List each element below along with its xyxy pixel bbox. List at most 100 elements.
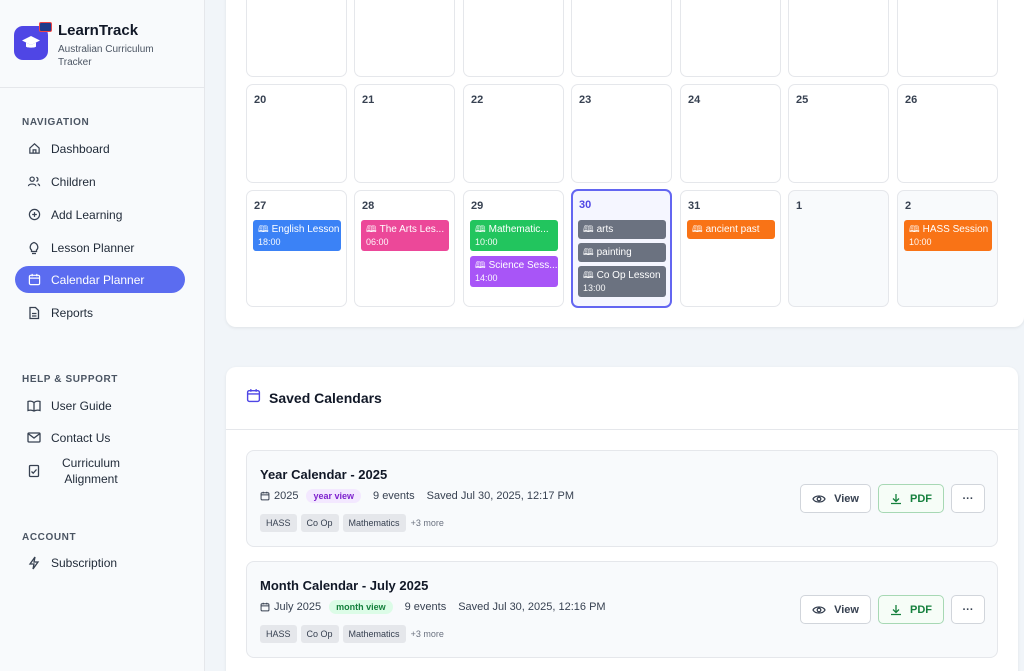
calendar-day-cell[interactable] bbox=[788, 0, 889, 77]
sidebar-item-label: Contact Us bbox=[51, 430, 111, 445]
sidebar-item-add-learning[interactable]: Add Learning bbox=[15, 201, 185, 228]
sidebar-item-reports[interactable]: Reports bbox=[15, 299, 185, 326]
plus-circle-icon bbox=[27, 208, 41, 222]
calendar-event[interactable]: 🕮 arts bbox=[578, 220, 666, 239]
home-icon bbox=[27, 142, 41, 156]
nav-section-label: NAVIGATION bbox=[22, 117, 90, 128]
saved-calendar-period: 2025 bbox=[274, 490, 299, 502]
calendar-event[interactable]: 🕮 The Arts Les... 06:00 bbox=[361, 220, 449, 251]
saved-timestamp: Saved Jul 30, 2025, 12:16 PM bbox=[458, 601, 606, 613]
brand-subtitle: Australian Curriculum Tracker bbox=[58, 44, 154, 68]
sidebar-item-subscription[interactable]: Subscription bbox=[15, 549, 185, 576]
calendar-day-cell[interactable] bbox=[246, 0, 347, 77]
checklist-icon bbox=[27, 464, 41, 478]
graduation-cap-icon bbox=[14, 22, 52, 60]
sidebar-item-contact-us[interactable]: Contact Us bbox=[15, 424, 185, 451]
calendar-day-cell[interactable]: 25 bbox=[788, 84, 889, 183]
calendar-day-cell[interactable] bbox=[354, 0, 455, 77]
more-options-button[interactable]: ··· bbox=[951, 595, 985, 624]
saved-calendar-item: Year Calendar - 2025 2025 year view 9 ev… bbox=[246, 450, 998, 547]
pdf-download-button[interactable]: PDF bbox=[878, 595, 944, 624]
event-title: Mathematic... bbox=[488, 224, 549, 235]
lightbulb-icon bbox=[27, 241, 41, 255]
sidebar-item-dashboard[interactable]: Dashboard bbox=[15, 135, 185, 162]
subject-tag: HASS bbox=[260, 514, 297, 532]
calendar-event[interactable]: 🕮 Science Sess... 14:00 bbox=[470, 256, 558, 287]
file-icon bbox=[27, 306, 41, 320]
subject-tag: Mathematics bbox=[342, 625, 406, 643]
calendar-icon bbox=[260, 491, 270, 501]
book-icon: 🕮 bbox=[583, 270, 594, 280]
sidebar: LearnTrack Australian Curriculum Tracker… bbox=[0, 0, 205, 671]
calendar-day-cell[interactable] bbox=[571, 0, 672, 77]
day-number: 29 bbox=[471, 200, 484, 212]
help-section-label: HELP & SUPPORT bbox=[22, 374, 119, 385]
book-icon: 🕮 bbox=[258, 224, 269, 234]
subject-tag: HASS bbox=[260, 625, 297, 643]
calendar-day-cell[interactable] bbox=[897, 0, 998, 77]
event-title: arts bbox=[596, 224, 614, 235]
calendar-day-cell[interactable]: 2 🕮 HASS Session 10:00 bbox=[897, 190, 998, 307]
day-number: 23 bbox=[579, 94, 592, 106]
book-icon: 🕮 bbox=[583, 247, 594, 257]
calendar-icon bbox=[260, 602, 270, 612]
book-icon: 🕮 bbox=[583, 224, 594, 234]
sidebar-item-calendar-planner[interactable]: Calendar Planner bbox=[15, 266, 185, 293]
calendar-day-cell[interactable]: 27 🕮 English Lesson 18:00 bbox=[246, 190, 347, 307]
calendar-day-cell[interactable]: 20 bbox=[246, 84, 347, 183]
calendar-event[interactable]: 🕮 painting bbox=[578, 243, 666, 262]
calendar-day-cell[interactable]: 29 🕮 Mathematic... 10:00 🕮 Science Sess...… bbox=[463, 190, 564, 307]
ellipsis-icon: ··· bbox=[962, 492, 974, 505]
subject-tag: Mathematics bbox=[342, 514, 406, 532]
event-time: 18:00 bbox=[258, 237, 281, 247]
calendar-event[interactable]: 🕮 ancient past bbox=[687, 220, 775, 239]
sidebar-item-children[interactable]: Children bbox=[15, 168, 185, 195]
ellipsis-icon: ··· bbox=[962, 603, 974, 616]
calendar-day-cell-today[interactable]: 30 🕮 arts 🕮 painting 🕮 Co Op Lesson 13:00 bbox=[571, 189, 672, 308]
calendar-day-cell[interactable]: 24 bbox=[680, 84, 781, 183]
view-type-badge: month view bbox=[329, 600, 393, 614]
calendar-day-cell[interactable]: 21 bbox=[354, 84, 455, 183]
calendar-day-cell[interactable]: 23 bbox=[571, 84, 672, 183]
more-tags: +3 more bbox=[410, 518, 444, 528]
view-button[interactable]: View bbox=[800, 484, 871, 513]
sidebar-item-curriculum-alignment[interactable]: Curriculum Alignment bbox=[15, 453, 185, 489]
main-content: 20 21 22 23 24 25 26 27 🕮 English Lesson … bbox=[205, 0, 1024, 671]
event-title: Science Sess... bbox=[488, 260, 558, 271]
sidebar-item-lesson-planner[interactable]: Lesson Planner bbox=[15, 234, 185, 261]
day-number: 28 bbox=[362, 200, 375, 212]
calendar-event[interactable]: 🕮 Co Op Lesson 13:00 bbox=[578, 266, 666, 297]
calendar-day-cell[interactable] bbox=[463, 0, 564, 77]
view-button-label: View bbox=[834, 492, 859, 505]
calendar-day-cell[interactable]: 26 bbox=[897, 84, 998, 183]
day-number: 27 bbox=[254, 200, 267, 212]
calendar-day-cell[interactable]: 22 bbox=[463, 84, 564, 183]
view-button[interactable]: View bbox=[800, 595, 871, 624]
sidebar-item-label: Curriculum Alignment bbox=[61, 456, 120, 486]
mail-icon bbox=[27, 431, 41, 445]
calendar-day-cell[interactable]: 28 🕮 The Arts Les... 06:00 bbox=[354, 190, 455, 307]
sidebar-item-label: User Guide bbox=[51, 398, 112, 413]
sidebar-item-label: Subscription bbox=[51, 555, 118, 570]
calendar-day-cell[interactable]: 1 bbox=[788, 190, 889, 307]
calendar-event[interactable]: 🕮 Mathematic... 10:00 bbox=[470, 220, 558, 251]
view-button-label: View bbox=[834, 603, 859, 616]
day-number: 22 bbox=[471, 94, 484, 106]
sidebar-item-user-guide[interactable]: User Guide bbox=[15, 392, 185, 419]
calendar-event[interactable]: 🕮 English Lesson 18:00 bbox=[253, 220, 341, 251]
users-icon bbox=[27, 175, 41, 189]
event-count: 9 events bbox=[373, 490, 415, 502]
pdf-download-button[interactable]: PDF bbox=[878, 484, 944, 513]
calendar-day-cell[interactable] bbox=[680, 0, 781, 77]
calendar-event[interactable]: 🕮 HASS Session 10:00 bbox=[904, 220, 992, 251]
day-number: 31 bbox=[688, 200, 701, 212]
more-options-button[interactable]: ··· bbox=[951, 484, 985, 513]
book-icon: 🕮 bbox=[475, 260, 486, 270]
calendar-day-cell[interactable]: 31 🕮 ancient past bbox=[680, 190, 781, 307]
calendar-icon bbox=[246, 388, 261, 408]
view-type-badge: year view bbox=[306, 489, 362, 503]
more-tags: +3 more bbox=[410, 629, 444, 639]
saved-timestamp: Saved Jul 30, 2025, 12:17 PM bbox=[426, 490, 574, 502]
saved-calendar-title: Month Calendar - July 2025 bbox=[260, 578, 429, 593]
day-number: 26 bbox=[905, 94, 918, 106]
